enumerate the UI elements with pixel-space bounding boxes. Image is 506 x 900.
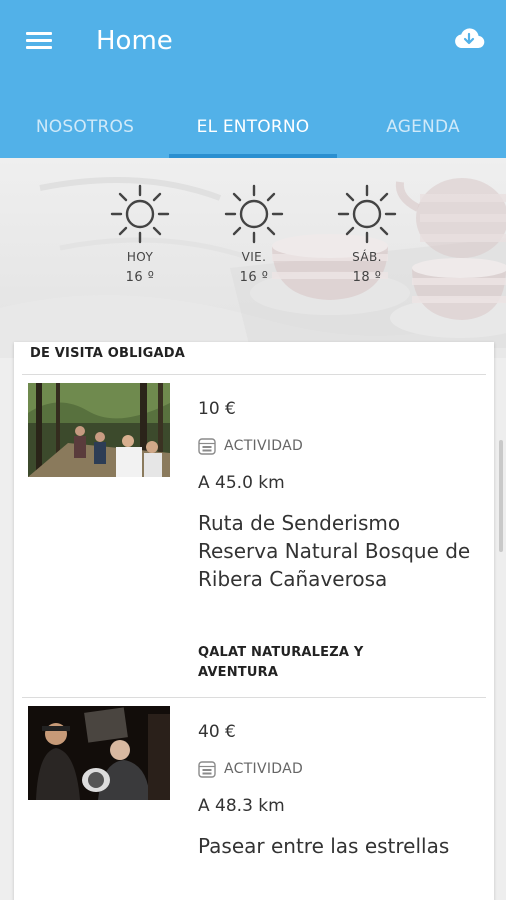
weather-banner: HOY 16 º VIE. 16 º SÁB. 18 º xyxy=(0,158,506,358)
weather-temperature: 18 º xyxy=(352,270,382,285)
weather-day-fri: VIE. 16 º xyxy=(222,184,286,285)
page-title: Home xyxy=(96,26,173,56)
calendar-icon xyxy=(198,761,216,778)
weather-day-today: HOY 16 º xyxy=(108,184,172,285)
item-title: Ruta de Senderismo Reserva Natural Bosqu… xyxy=(198,511,471,591)
item-title: Pasear entre las estrellas xyxy=(198,834,450,858)
item-price: 10 € xyxy=(198,399,236,419)
list-item[interactable]: 40 € ACTIVIDAD A 48.3 km Pasear entre la… xyxy=(22,698,486,900)
cloud-download-icon[interactable] xyxy=(452,24,486,54)
sun-icon xyxy=(337,184,397,244)
item-price: 40 € xyxy=(198,722,236,742)
weather-day-label: SÁB. xyxy=(352,250,382,264)
calendar-icon xyxy=(198,438,216,455)
sun-icon xyxy=(224,184,284,244)
activity-thumbnail xyxy=(28,383,170,477)
weather-day-label: HOY xyxy=(126,250,154,264)
weather-day-sat: SÁB. 18 º xyxy=(335,184,399,285)
item-distance: A 48.3 km xyxy=(198,796,285,816)
item-type: ACTIVIDAD xyxy=(198,435,303,457)
tab-nosotros[interactable]: NOSOTROS xyxy=(0,96,170,158)
tab-bar: NOSOTROS EL ENTORNO AGENDA xyxy=(0,96,506,158)
list-item[interactable]: 10 € ACTIVIDAD A 45.0 km Ruta de Senderi… xyxy=(22,375,486,697)
item-distance: A 45.0 km xyxy=(198,473,285,493)
must-visit-card: DE VISITA OBLIGADA 10 € ACTIVIDAD A 45.0… xyxy=(14,342,494,900)
weather-temperature: 16 º xyxy=(239,270,269,285)
scrollbar[interactable] xyxy=(499,440,503,552)
activity-thumbnail xyxy=(28,706,170,800)
item-type-label: ACTIVIDAD xyxy=(224,438,304,454)
tab-agenda[interactable]: AGENDA xyxy=(338,96,506,158)
menu-icon[interactable] xyxy=(26,30,54,52)
sun-icon xyxy=(110,184,170,244)
item-type-label: ACTIVIDAD xyxy=(224,761,304,777)
tab-el-entorno[interactable]: EL ENTORNO xyxy=(168,96,338,158)
item-type: ACTIVIDAD xyxy=(198,758,303,780)
weather-temperature: 16 º xyxy=(125,270,155,285)
section-title: DE VISITA OBLIGADA xyxy=(30,346,186,361)
weather-day-label: VIE. xyxy=(241,250,267,264)
item-provider: QALAT NATURALEZA Y AVENTURA xyxy=(198,645,364,680)
app-bar: Home NOSOTROS EL ENTORNO AGENDA xyxy=(0,0,506,158)
